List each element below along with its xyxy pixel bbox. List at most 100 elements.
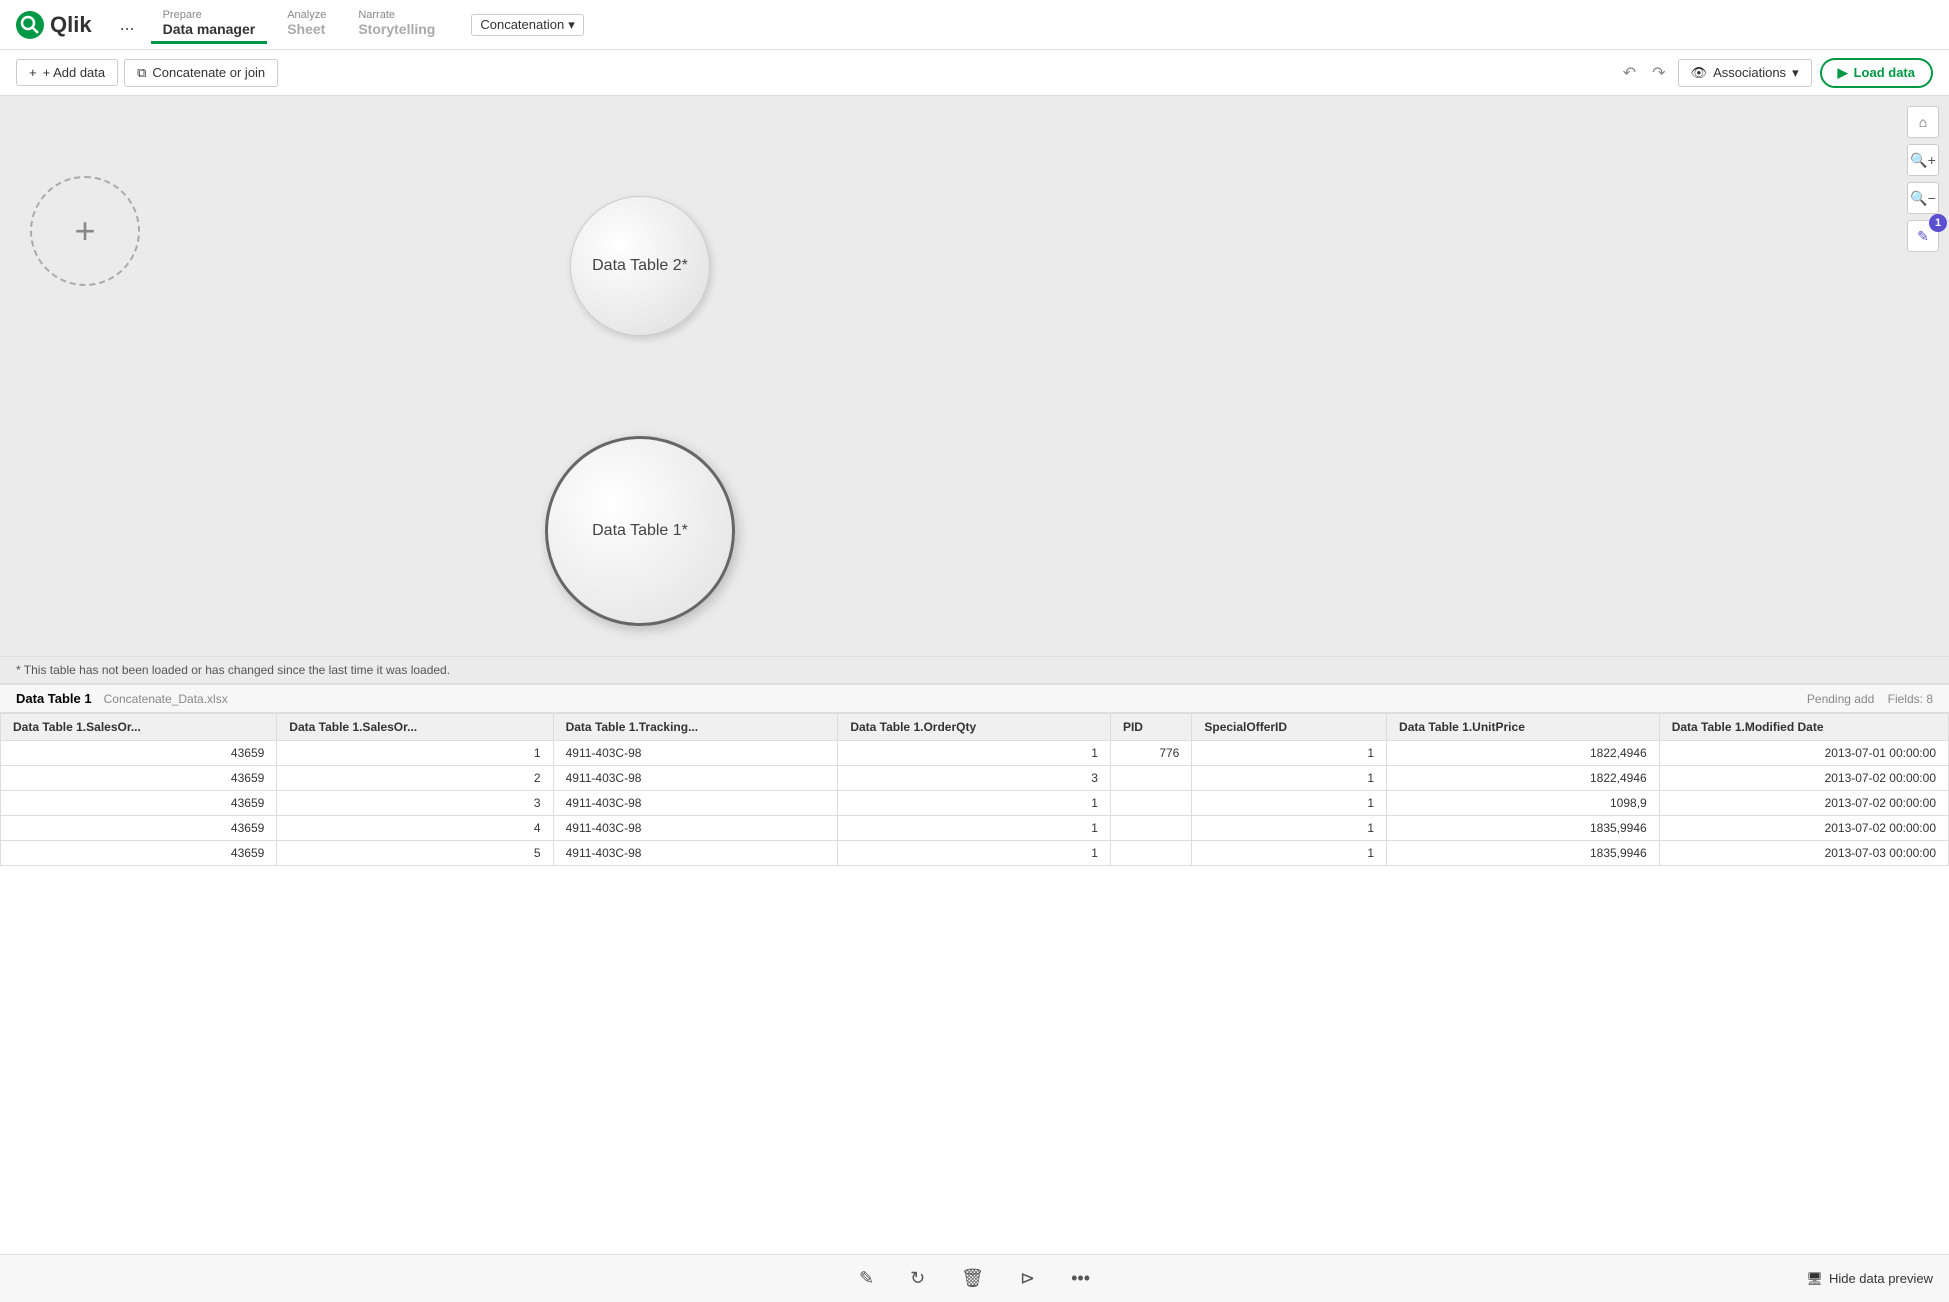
footnote-text: * This table has not been loaded or has … <box>16 663 450 677</box>
load-data-button[interactable]: ▶ Load data <box>1820 58 1933 88</box>
tab-prepare-sub: Prepare <box>163 9 256 21</box>
table-row: 4365924911-403C-98311822,49462013-07-02 … <box>1 766 1949 791</box>
table-col-header: SpecialOfferID <box>1192 714 1387 741</box>
more-actions-icon: ••• <box>1071 1268 1090 1288</box>
refresh-icon: ↻ <box>910 1268 925 1288</box>
fields-label: Fields: 8 <box>1888 692 1933 706</box>
play-icon: ▶ <box>1838 65 1848 81</box>
table-cell <box>1110 766 1191 791</box>
table-cell: 1 <box>838 791 1111 816</box>
table-cell <box>1110 816 1191 841</box>
table-cell: 3 <box>277 791 553 816</box>
associations-label: Associations <box>1713 65 1786 80</box>
tab-narrate-sub: Narrate <box>358 9 435 21</box>
table-cell: 5 <box>277 841 553 866</box>
hide-preview-button[interactable]: 🖥 Hide data preview <box>1806 1271 1933 1287</box>
tab-narrate[interactable]: Narrate Storytelling <box>346 5 447 44</box>
table-cell: 4911-403C-98 <box>553 741 838 766</box>
table-col-header: Data Table 1.OrderQty <box>838 714 1111 741</box>
more-options-button[interactable]: ... <box>112 10 143 39</box>
data-table: Data Table 1.SalesOr...Data Table 1.Sale… <box>0 713 1949 866</box>
table-col-header: Data Table 1.Modified Date <box>1659 714 1948 741</box>
edit-icon: ✎ <box>859 1268 874 1288</box>
concatenate-label: Concatenate or join <box>152 65 265 80</box>
table-cell: 2013-07-01 00:00:00 <box>1659 741 1948 766</box>
qlik-logo: Qlik <box>16 11 92 39</box>
table-cell: 43659 <box>1 816 277 841</box>
associations-chevron-icon: ▾ <box>1792 65 1799 81</box>
add-table-plus-icon: + <box>74 210 95 252</box>
table-cell: 1 <box>1192 841 1387 866</box>
table-cell: 1835,9946 <box>1387 816 1660 841</box>
tab-narrate-main: Storytelling <box>358 21 435 37</box>
load-data-label: Load data <box>1854 65 1915 80</box>
concatenation-label: Concatenation <box>480 17 564 32</box>
add-data-button[interactable]: + + Add data <box>16 59 118 86</box>
table-header: Data Table 1.SalesOr...Data Table 1.Sale… <box>1 714 1949 741</box>
table-cell: 4 <box>277 816 553 841</box>
bottom-right: 🖥 Hide data preview <box>1806 1271 1933 1287</box>
pencil-badge-button[interactable]: 1 ✎ <box>1907 220 1939 252</box>
filter-button[interactable]: ⊳ <box>1010 1262 1045 1295</box>
table-cell: 43659 <box>1 791 277 816</box>
data-preview-meta: Pending add Fields: 8 <box>1807 692 1933 706</box>
data-table-1-node[interactable]: Data Table 1* <box>545 436 735 626</box>
tab-analyze-sub: Analyze <box>287 9 326 21</box>
table-body: 4365914911-403C-98177611822,49462013-07-… <box>1 741 1949 866</box>
table-cell: 43659 <box>1 766 277 791</box>
table-cell: 776 <box>1110 741 1191 766</box>
concatenate-or-join-button[interactable]: ⧉ Concatenate or join <box>124 59 278 87</box>
table-cell: 1835,9946 <box>1387 841 1660 866</box>
table-col-header: Data Table 1.UnitPrice <box>1387 714 1660 741</box>
data-preview-title: Data Table 1 <box>16 691 92 706</box>
home-view-button[interactable]: ⌂ <box>1907 106 1939 138</box>
table-cell: 2 <box>277 766 553 791</box>
data-table-1-label: Data Table 1* <box>592 522 688 540</box>
zoom-out-button[interactable]: 🔍− <box>1907 182 1939 214</box>
toolbar-right: ↶ ↷ 👁 Associations ▾ ▶ Load data <box>1619 58 1933 88</box>
filter-icon: ⊳ <box>1020 1268 1035 1288</box>
zoom-in-button[interactable]: 🔍+ <box>1907 144 1939 176</box>
bottom-toolbar: ✎ ↻ 🗑 ⊳ ••• 🖥 Hide data preview <box>0 1254 1949 1302</box>
undo-button[interactable]: ↶ <box>1619 59 1640 87</box>
edit-button[interactable]: ✎ <box>849 1262 884 1295</box>
table-cell: 4911-403C-98 <box>553 816 838 841</box>
data-preview-subtitle: Concatenate_Data.xlsx <box>104 692 228 706</box>
redo-button[interactable]: ↷ <box>1648 59 1669 87</box>
table-cell: 1 <box>1192 791 1387 816</box>
toolbar: + + Add data ⧉ Concatenate or join ↶ ↷ 👁… <box>0 50 1949 96</box>
refresh-button[interactable]: ↻ <box>900 1262 935 1295</box>
more-actions-button[interactable]: ••• <box>1061 1262 1100 1295</box>
zoom-in-icon: 🔍+ <box>1910 152 1936 169</box>
canvas-tools: ⌂ 🔍+ 🔍− 1 ✎ <box>1907 106 1939 252</box>
tab-analyze[interactable]: Analyze Sheet <box>275 5 338 44</box>
table-col-header: Data Table 1.SalesOr... <box>1 714 277 741</box>
dropdown-chevron-icon: ▾ <box>568 17 575 33</box>
data-table-2-label: Data Table 2* <box>592 257 688 275</box>
table-cell: 2013-07-02 00:00:00 <box>1659 766 1948 791</box>
table-cell: 4911-403C-98 <box>553 791 838 816</box>
table-cell: 43659 <box>1 741 277 766</box>
tab-prepare[interactable]: Prepare Data manager <box>151 5 268 44</box>
eye-icon: 👁 <box>1691 65 1708 81</box>
pending-add-label: Pending add <box>1807 692 1874 706</box>
table-cell: 1822,4946 <box>1387 741 1660 766</box>
canvas-area: + Data Table 2* Data Table 1* ⌂ 🔍+ 🔍− 1 … <box>0 96 1949 656</box>
table-cell: 1 <box>1192 741 1387 766</box>
concatenation-dropdown[interactable]: Concatenation ▾ <box>471 14 583 36</box>
tab-prepare-main: Data manager <box>163 21 256 37</box>
table-cell: 1 <box>1192 766 1387 791</box>
table-cell: 1 <box>838 741 1111 766</box>
table-cell <box>1110 791 1191 816</box>
zoom-out-icon: 🔍− <box>1910 190 1936 207</box>
table-row: 4365954911-403C-98111835,99462013-07-03 … <box>1 841 1949 866</box>
data-table-2-node[interactable]: Data Table 2* <box>570 196 710 336</box>
qlik-logo-icon <box>16 11 44 39</box>
add-table-button[interactable]: + <box>30 176 140 286</box>
add-icon: + <box>29 65 37 80</box>
badge-count: 1 <box>1929 214 1947 232</box>
table-cell: 1 <box>838 816 1111 841</box>
associations-button[interactable]: 👁 Associations ▾ <box>1678 59 1812 87</box>
delete-button[interactable]: 🗑 <box>951 1262 994 1295</box>
table-cell: 2013-07-03 00:00:00 <box>1659 841 1948 866</box>
